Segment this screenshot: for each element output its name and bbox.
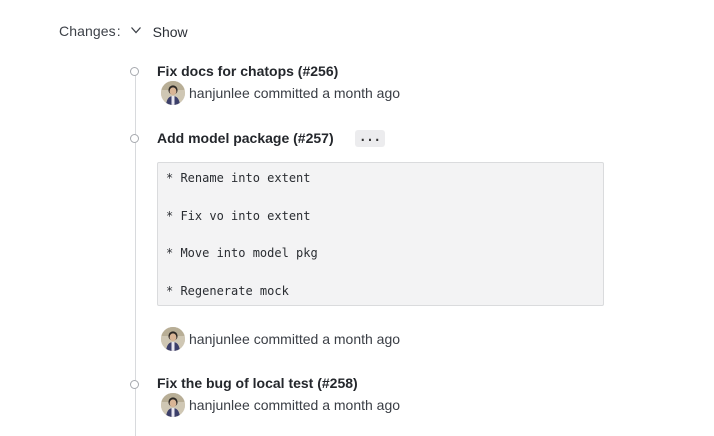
show-toggle-label: Show xyxy=(152,24,188,40)
commit-author[interactable]: hanjunlee xyxy=(189,331,250,347)
commit-author[interactable]: hanjunlee xyxy=(189,85,250,101)
user-avatar[interactable] xyxy=(161,327,185,351)
message-line: * Fix vo into extent xyxy=(166,209,311,223)
commit-author-row: hanjunlee committed a month ago xyxy=(161,393,400,417)
expand-message-button[interactable]: ... xyxy=(355,130,385,147)
chevron-down-icon xyxy=(130,23,142,39)
commit-title[interactable]: Fix the bug of local test (#258) xyxy=(157,375,358,391)
user-avatar[interactable] xyxy=(161,393,185,417)
commit-time: committed a month ago xyxy=(253,397,401,413)
commit-title[interactable]: Add model package (#257) xyxy=(157,130,334,146)
commit-author[interactable]: hanjunlee xyxy=(189,397,250,413)
changes-label: Changes xyxy=(59,23,116,39)
message-line: * Move into model pkg xyxy=(166,246,318,260)
user-avatar[interactable] xyxy=(161,81,185,105)
changes-colon: : xyxy=(116,23,121,39)
commit-node-icon xyxy=(130,134,139,143)
commit-node-icon xyxy=(130,380,139,389)
message-line: * Rename into extent xyxy=(166,171,311,185)
commit-author-row: hanjunlee committed a month ago xyxy=(161,81,400,105)
commit-message-box: * Rename into extent * Fix vo into exten… xyxy=(157,162,604,306)
show-changes-toggle[interactable]: Show xyxy=(130,23,188,40)
commit-time: committed a month ago xyxy=(253,331,401,347)
commit-time: committed a month ago xyxy=(253,85,401,101)
commit-title[interactable]: Fix docs for chatops (#256) xyxy=(157,63,338,79)
message-line: * Regenerate mock xyxy=(166,284,289,298)
commit-node-icon xyxy=(130,67,139,76)
commit-author-row: hanjunlee committed a month ago xyxy=(161,327,400,351)
changes-header: Changes : Show xyxy=(59,21,188,41)
